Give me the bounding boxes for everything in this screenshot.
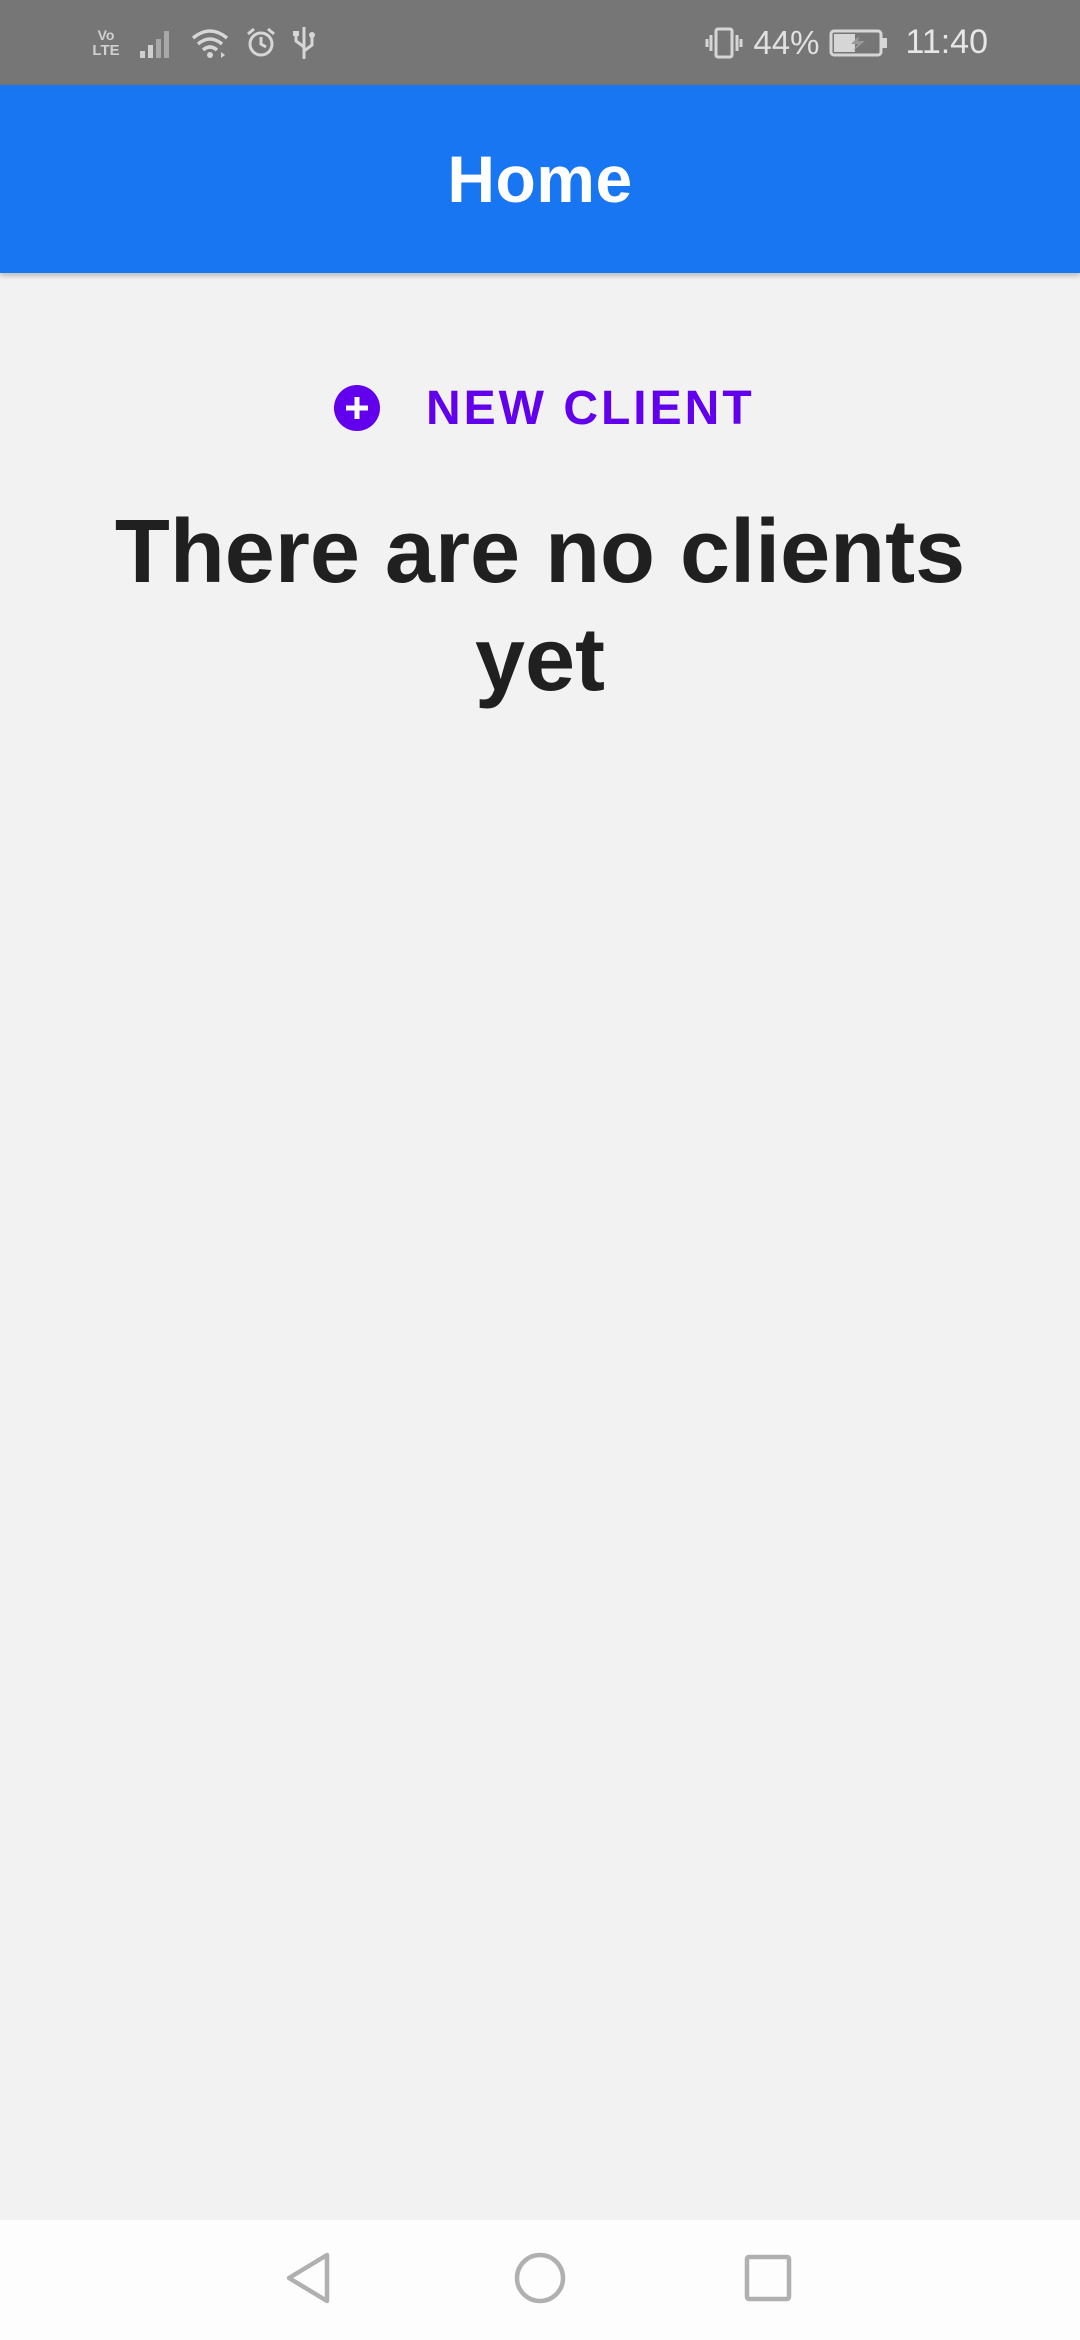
main-content: NEW CLIENT There are no clients yet <box>0 273 1080 2220</box>
page-title: Home <box>447 142 633 216</box>
usb-icon <box>292 25 316 61</box>
home-icon <box>513 2251 567 2310</box>
recents-button[interactable] <box>730 2242 806 2318</box>
status-left-group: Vo LTE <box>88 0 316 85</box>
status-right-group: 44% 11:40 <box>705 0 988 85</box>
battery-percent: 44% <box>753 23 820 61</box>
empty-state-message: There are no clients yet <box>114 502 966 710</box>
volte-top-text: Vo <box>97 26 115 43</box>
clock-time: 11:40 <box>905 23 988 61</box>
status-bar: Vo LTE 44% 11:40 <box>0 0 1080 85</box>
back-button[interactable] <box>270 2242 346 2318</box>
home-button[interactable] <box>502 2242 578 2318</box>
recents-icon <box>743 2253 793 2308</box>
new-client-label: NEW CLIENT <box>426 381 755 435</box>
app-bar: Home <box>0 85 1080 273</box>
battery-charging-icon <box>829 28 889 58</box>
volte-bottom-text: LTE <box>92 41 120 59</box>
back-icon <box>283 2251 333 2310</box>
signal-icon <box>138 27 176 59</box>
new-client-button[interactable]: NEW CLIENT <box>320 373 769 443</box>
wifi-icon <box>190 26 230 60</box>
system-navigation-bar <box>0 2220 1080 2340</box>
alarm-icon <box>244 26 278 60</box>
volte-icon: Vo LTE <box>88 26 124 59</box>
add-circle-icon <box>334 385 380 431</box>
vibrate-icon <box>705 25 743 61</box>
